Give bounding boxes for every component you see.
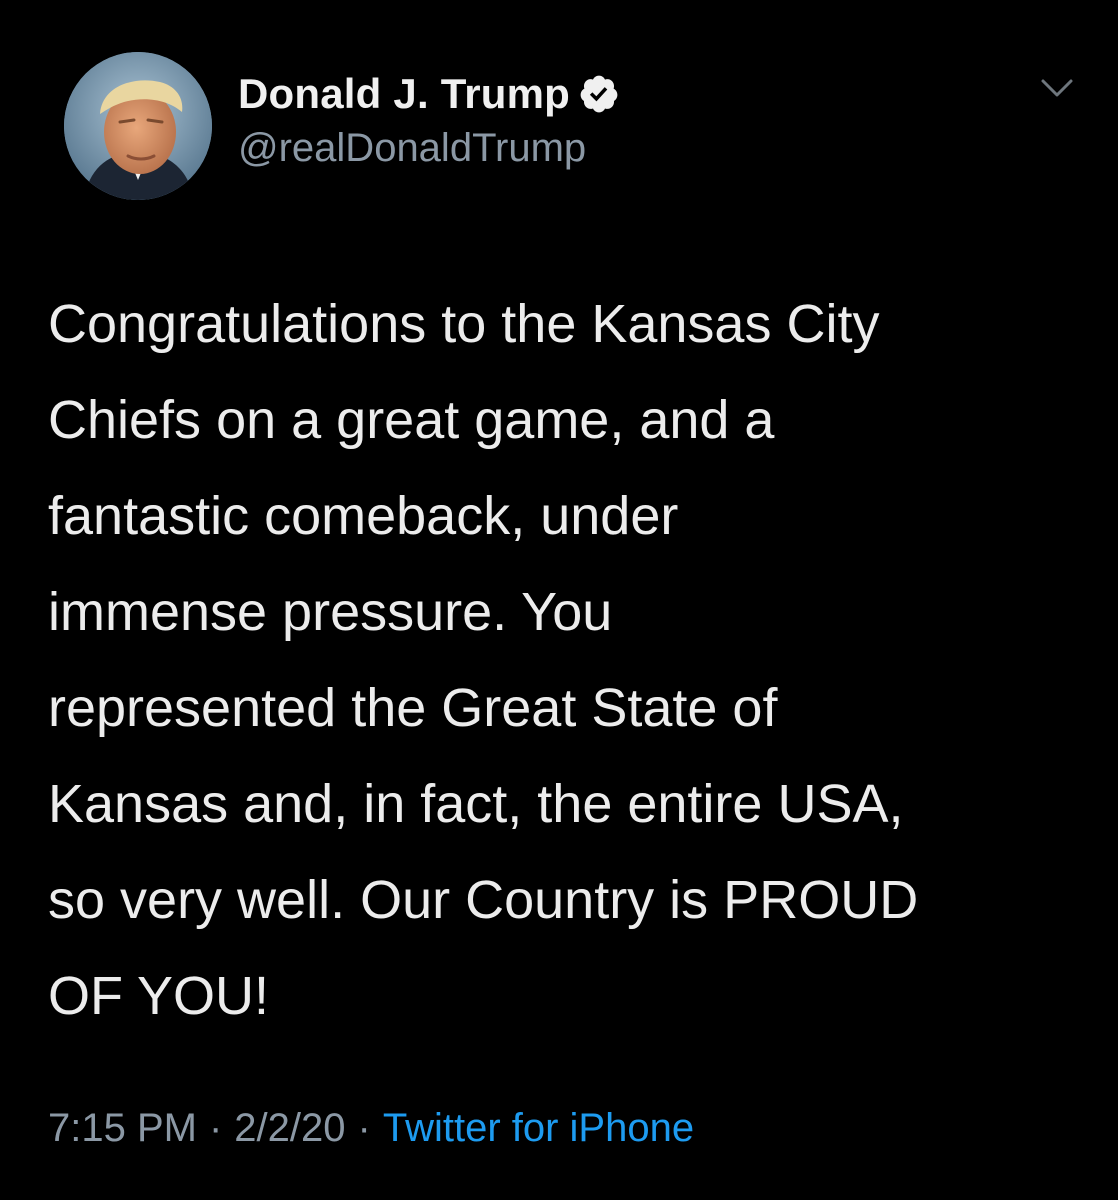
tweet-text-line: OF YOU! [48,966,270,1026]
tweet-text: Congratulations to the Kansas City Chief… [48,276,1088,1044]
tweet-time[interactable]: 7:15 PM [48,1106,197,1151]
display-name[interactable]: Donald J. Trump [238,70,570,118]
tweet-text-line: so very well. Our Country is PROUD [48,870,919,930]
tweet-date[interactable]: 2/2/20 [234,1106,345,1151]
avatar[interactable] [64,52,212,200]
tweet-card: Donald J. Trump @realDonaldTrump Congrat… [0,0,1118,1200]
separator-dot: · [208,1106,223,1150]
chevron-down-icon[interactable] [1040,76,1074,100]
user-handle[interactable]: @realDonaldTrump [238,126,586,171]
tweet-metadata: 7:15 PM · 2/2/20 · Twitter for iPhone [48,1106,694,1151]
tweet-text-line: Kansas and, in fact, the entire USA, [48,774,904,834]
profile-photo-icon [64,52,212,200]
name-row: Donald J. Trump [238,66,620,122]
verified-check-icon [578,73,620,115]
tweet-source-link[interactable]: Twitter for iPhone [383,1106,694,1151]
tweet-text-line: Chiefs on a great game, and a [48,390,775,450]
tweet-text-line: fantastic comeback, under [48,486,679,546]
tweet-text-line: Congratulations to the Kansas City [48,294,880,354]
separator-dot: · [357,1106,371,1150]
tweet-text-line: immense pressure. You [48,582,613,642]
tweet-text-line: represented the Great State of [48,678,778,738]
